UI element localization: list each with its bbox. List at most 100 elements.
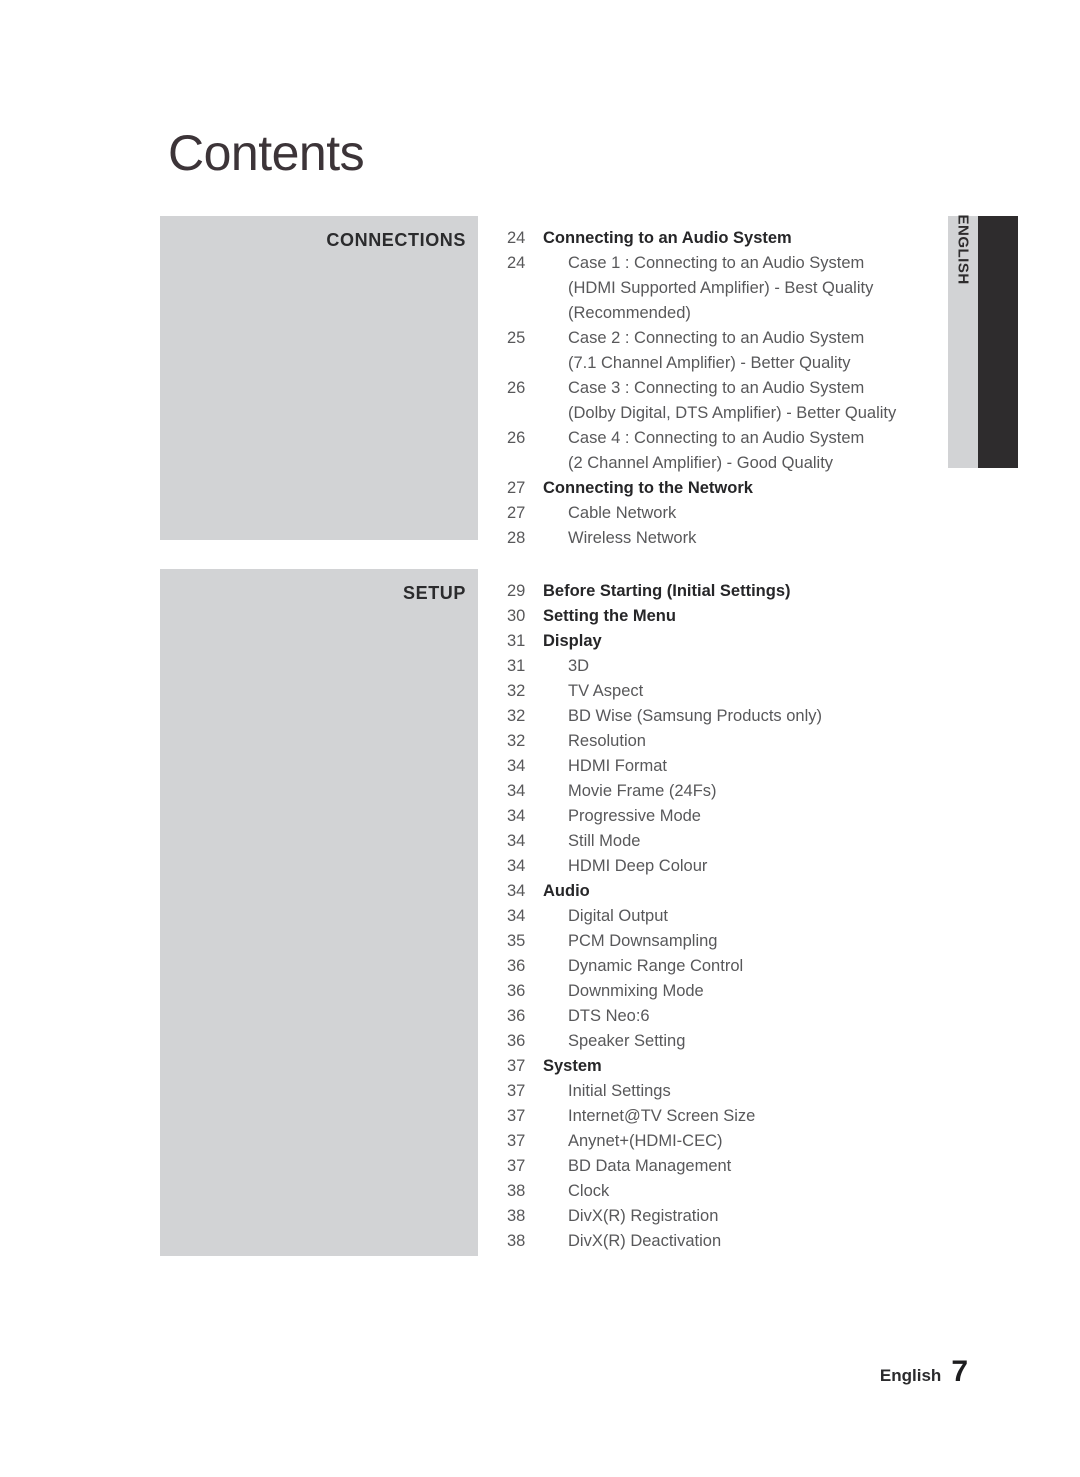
- toc-entry[interactable]: 34 Movie Frame (24Fs): [495, 779, 965, 804]
- toc-entry-line: HDMI Deep Colour: [568, 857, 708, 875]
- toc-entry-page-number: 25: [507, 329, 526, 347]
- toc-entry-page-number: 27: [507, 479, 526, 497]
- toc-entry[interactable]: 31 3D: [495, 654, 965, 679]
- toc-entry[interactable]: 34 HDMI Deep Colour: [495, 854, 965, 879]
- toc-entry-label: Connecting to the Network: [543, 476, 965, 501]
- toc-entry-page-number: 36: [507, 1007, 526, 1025]
- toc-entry-line: Cable Network: [568, 504, 677, 522]
- toc-entry[interactable]: 30 Setting the Menu: [495, 604, 965, 629]
- toc-entry-page-number: 38: [507, 1232, 526, 1250]
- toc-entry-page-number: 28: [507, 529, 526, 547]
- toc-entry-line: BD Data Management: [568, 1157, 732, 1175]
- toc-entry-page-number: 30: [507, 607, 526, 625]
- toc-entry-page-number: 26: [507, 429, 526, 447]
- footer-page-number: 7: [951, 1355, 968, 1388]
- toc-entry-page-number: 37: [507, 1157, 526, 1175]
- toc-entry[interactable]: 32 Resolution: [495, 729, 965, 754]
- toc-entry[interactable]: 25 Case 2 : Connecting to an Audio System…: [495, 326, 965, 376]
- toc-entry[interactable]: 36 Speaker Setting: [495, 1029, 965, 1054]
- toc-entry-line: Case 2 : Connecting to an Audio System: [568, 329, 865, 347]
- toc-entry-page-number: 31: [507, 657, 526, 675]
- toc-entry[interactable]: 38 DivX(R) Registration: [495, 1204, 965, 1229]
- toc-entry-label: Display: [543, 629, 965, 654]
- toc-entry-line: Setting the Menu: [543, 607, 676, 625]
- toc-entry[interactable]: 32 BD Wise (Samsung Products only): [495, 704, 965, 729]
- toc-entry-page-number: 36: [507, 1032, 526, 1050]
- toc-entry[interactable]: 34 Digital Output: [495, 904, 965, 929]
- toc-entry-label: Clock: [543, 1179, 965, 1204]
- toc-entry-line: Clock: [568, 1182, 610, 1200]
- toc-entry-page-number: 38: [507, 1182, 526, 1200]
- toc-entry[interactable]: 32 TV Aspect: [495, 679, 965, 704]
- toc-entry-label: Progressive Mode: [543, 804, 965, 829]
- toc-entry-label: BD Data Management: [543, 1154, 965, 1179]
- toc-entry[interactable]: 37 Initial Settings: [495, 1079, 965, 1104]
- toc-entry-page-number: 36: [507, 957, 526, 975]
- toc-entry-label: System: [543, 1054, 965, 1079]
- toc-entry-label: BD Wise (Samsung Products only): [543, 704, 965, 729]
- toc-entry[interactable]: 34 Audio: [495, 879, 965, 904]
- toc-entry-line: Case 3 : Connecting to an Audio System: [568, 379, 865, 397]
- toc-entry-label: Case 1 : Connecting to an Audio System (H…: [543, 251, 965, 326]
- toc-entry[interactable]: 28 Wireless Network: [495, 526, 965, 551]
- toc-entry-line: System: [543, 1057, 602, 1075]
- toc-entry-line: Downmixing Mode: [568, 982, 704, 1000]
- toc-entry[interactable]: 31 Display: [495, 629, 965, 654]
- toc-entry-label: DivX(R) Deactivation: [543, 1229, 965, 1254]
- toc-entry[interactable]: 36 DTS Neo:6: [495, 1004, 965, 1029]
- toc-entry-label: Initial Settings: [543, 1079, 965, 1104]
- toc-entry-page-number: 29: [507, 582, 526, 600]
- toc-entry[interactable]: 29 Before Starting (Initial Settings): [495, 579, 965, 604]
- toc-entry-line: Case 4 : Connecting to an Audio System: [568, 429, 865, 447]
- toc-entry[interactable]: 38 Clock: [495, 1179, 965, 1204]
- toc-list-connections: 24 Connecting to an Audio System 24 Case 1 …: [495, 226, 965, 551]
- toc-entry-label: Case 2 : Connecting to an Audio System (7…: [543, 326, 965, 376]
- toc-entry[interactable]: 26 Case 3 : Connecting to an Audio System…: [495, 376, 965, 426]
- toc-entry-page-number: 38: [507, 1207, 526, 1225]
- toc-entry[interactable]: 34 Progressive Mode: [495, 804, 965, 829]
- toc-entry-label: Anynet+(HDMI-CEC): [543, 1129, 965, 1154]
- toc-entry-line: Connecting to the Network: [543, 479, 753, 497]
- toc-entry-page-number: 37: [507, 1057, 526, 1075]
- toc-entry[interactable]: 35 PCM Downsampling: [495, 929, 965, 954]
- toc-entry-page-number: 34: [507, 882, 526, 900]
- toc-entry[interactable]: 26 Case 4 : Connecting to an Audio System…: [495, 426, 965, 476]
- toc-entry[interactable]: 27 Connecting to the Network: [495, 476, 965, 501]
- toc-entry-line: PCM Downsampling: [568, 932, 718, 950]
- section-title-setup: SETUP: [402, 583, 466, 603]
- toc-entry-page-number: 34: [507, 907, 526, 925]
- toc-entry[interactable]: 27 Cable Network: [495, 501, 965, 526]
- toc-entry-line: Connecting to an Audio System: [543, 229, 792, 247]
- toc-entry[interactable]: 37 Anynet+(HDMI-CEC): [495, 1129, 965, 1154]
- toc-entry[interactable]: 37 System: [495, 1054, 965, 1079]
- toc-entry-label: Connecting to an Audio System: [543, 226, 965, 251]
- toc-entry-page-number: 32: [507, 732, 526, 750]
- toc-entry-line: Audio: [543, 882, 590, 900]
- toc-entry-label: DivX(R) Registration: [543, 1204, 965, 1229]
- toc-entry-page-number: 34: [507, 807, 526, 825]
- toc-entry-label: Case 4 : Connecting to an Audio System (2…: [543, 426, 965, 476]
- toc-entry[interactable]: 38 DivX(R) Deactivation: [495, 1229, 965, 1254]
- toc-entry-line: (Dolby Digital, DTS Amplifier) - Better …: [568, 404, 897, 422]
- toc-entry-label: Internet@TV Screen Size: [543, 1104, 965, 1129]
- toc-entry-label: Speaker Setting: [543, 1029, 965, 1054]
- toc-entry[interactable]: 37 BD Data Management: [495, 1154, 965, 1179]
- toc-list-setup: 29 Before Starting (Initial Settings) 30 Se…: [495, 579, 965, 1254]
- toc-entry-line: (7.1 Channel Amplifier) - Better Quality: [568, 354, 851, 372]
- toc-entry-page-number: 37: [507, 1082, 526, 1100]
- toc-entry-page-number: 34: [507, 857, 526, 875]
- toc-entry-label: HDMI Deep Colour: [543, 854, 965, 879]
- toc-entry[interactable]: 34 Still Mode: [495, 829, 965, 854]
- toc-entry-line: TV Aspect: [568, 682, 644, 700]
- toc-entry[interactable]: 34 HDMI Format: [495, 754, 965, 779]
- toc-entry[interactable]: 24 Case 1 : Connecting to an Audio System…: [495, 251, 965, 326]
- toc-entry-label: Audio: [543, 879, 965, 904]
- toc-entry-line: BD Wise (Samsung Products only): [568, 707, 823, 725]
- toc-entry[interactable]: 36 Dynamic Range Control: [495, 954, 965, 979]
- toc-entry[interactable]: 37 Internet@TV Screen Size: [495, 1104, 965, 1129]
- toc-entry[interactable]: 24 Connecting to an Audio System: [495, 226, 965, 251]
- toc-entry[interactable]: 36 Downmixing Mode: [495, 979, 965, 1004]
- toc-entry-line: Initial Settings: [568, 1082, 671, 1100]
- toc-entry-line: Dynamic Range Control: [568, 957, 744, 975]
- toc-entry-page-number: 37: [507, 1107, 526, 1125]
